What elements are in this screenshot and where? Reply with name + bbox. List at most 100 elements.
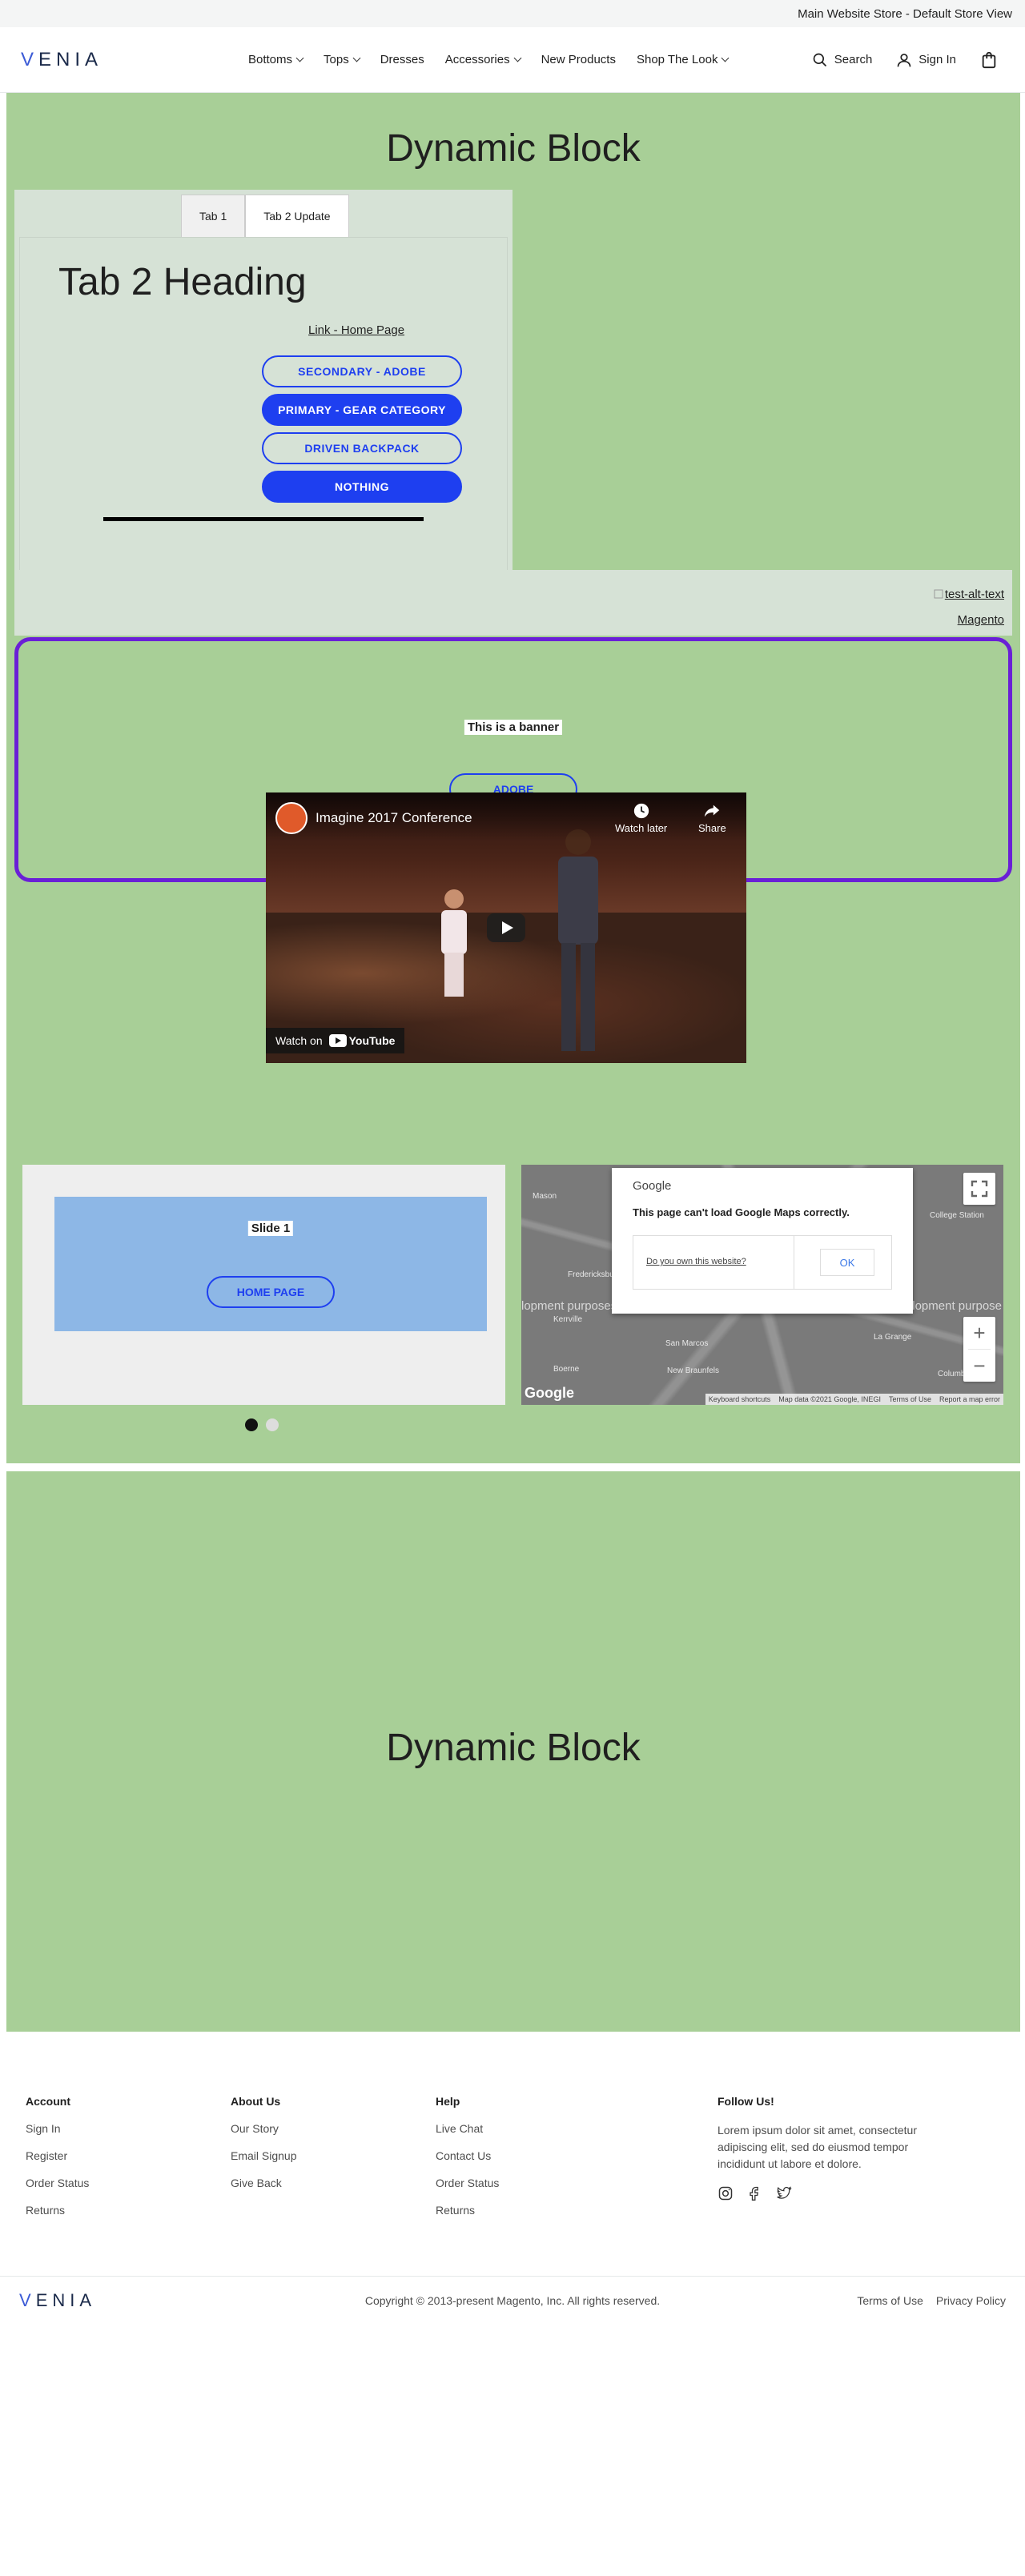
nothing-button[interactable]: NOTHING — [262, 471, 462, 503]
footer-heading: Help — [436, 2095, 460, 2108]
cart-button[interactable] — [980, 51, 1004, 69]
own-website-link[interactable]: Do you own this website? — [646, 1257, 746, 1266]
logo-text: ENIA — [38, 48, 103, 70]
google-logo: Google — [525, 1385, 574, 1401]
map-data-credit: Map data ©2021 Google, INEGI — [778, 1395, 881, 1403]
nav-accessories[interactable]: Accessories — [445, 53, 522, 66]
channel-avatar[interactable] — [275, 802, 308, 834]
search-icon — [813, 53, 826, 66]
slider-dots — [245, 1418, 279, 1431]
map-error-dialog: Google This page can't load Google Maps … — [612, 1168, 913, 1314]
clock-icon — [633, 803, 649, 819]
youtube-logo: YouTube — [328, 1034, 396, 1047]
driven-backpack-button[interactable]: DRIVEN BACKPACK — [262, 432, 462, 464]
facebook-icon[interactable] — [746, 2185, 762, 2201]
slider-dot-1[interactable] — [245, 1418, 258, 1431]
map-terms-link[interactable]: Terms of Use — [889, 1395, 931, 1403]
map-city-label: College Station — [930, 1211, 984, 1220]
footer-link[interactable]: Order Status — [436, 2177, 499, 2189]
chevron-down-icon — [295, 54, 304, 62]
nav-new-products[interactable]: New Products — [541, 53, 616, 66]
youtube-play-icon — [328, 1034, 347, 1047]
nav-shop-the-look[interactable]: Shop The Look — [637, 53, 730, 66]
main-navigation: Bottoms Tops Dresses Accessories New Pro… — [248, 53, 749, 66]
watch-later-button[interactable]: Watch later — [615, 802, 667, 834]
zoom-controls: + − — [963, 1317, 995, 1382]
google-map[interactable]: Mason Fredericksburg Kerrville Boerne Sa… — [521, 1165, 1003, 1405]
nav-dresses[interactable]: Dresses — [380, 53, 424, 66]
follow-description: Lorem ipsum dolor sit amet, consectetur … — [718, 2124, 917, 2170]
image-alt-text: test-alt-text — [944, 588, 1004, 601]
primary-gear-category-button[interactable]: PRIMARY - GEAR CATEGORY — [262, 394, 462, 426]
search-button[interactable]: Search — [812, 52, 873, 68]
fullscreen-button[interactable] — [963, 1173, 995, 1205]
share-label: Share — [698, 822, 726, 834]
footer-link[interactable]: Returns — [26, 2204, 89, 2217]
footer-link[interactable]: Returns — [436, 2204, 499, 2217]
video-title[interactable]: Imagine 2017 Conference — [316, 810, 472, 826]
dialog-google-brand: Google — [633, 1179, 672, 1193]
legal-links: Terms of Use Privacy Policy — [857, 2294, 1006, 2307]
tab-2-update[interactable]: Tab 2 Update — [245, 195, 349, 238]
banner-message: This is a banner — [464, 720, 563, 735]
slide-title: Slide 1 — [247, 1221, 294, 1236]
footer-link[interactable]: Email Signup — [231, 2149, 297, 2162]
share-button[interactable]: Share — [698, 802, 726, 834]
site-header: VENIA Bottoms Tops Dresses Accessories N… — [0, 27, 1025, 93]
map-city-label: New Braunfels — [667, 1366, 720, 1375]
image-row: test-alt-text Magento — [14, 570, 1012, 636]
zoom-out-button[interactable]: − — [963, 1350, 995, 1382]
dialog-actions: Do you own this website? OK — [633, 1235, 892, 1290]
home-page-link[interactable]: Link - Home Page — [308, 323, 404, 337]
zoom-in-button[interactable]: + — [963, 1317, 995, 1349]
nav-label: Tops — [324, 53, 349, 66]
tab-panel: Tab 2 Heading Link - Home Page SECONDARY… — [19, 237, 508, 628]
footer-link[interactable]: Contact Us — [436, 2149, 499, 2162]
footer-heading: Account — [26, 2095, 70, 2108]
store-view-switcher[interactable]: Main Website Store - Default Store View — [798, 7, 1012, 21]
twitter-icon[interactable] — [775, 2185, 793, 2201]
header-actions: Search Sign In — [788, 51, 1004, 69]
instagram-icon[interactable] — [718, 2185, 734, 2201]
footer-link[interactable]: Order Status — [26, 2177, 89, 2189]
terms-of-use-link[interactable]: Terms of Use — [857, 2294, 922, 2307]
footer-account-column: Account Sign In Register Order Status Re… — [26, 2095, 89, 2231]
footer-link[interactable]: Sign In — [26, 2122, 89, 2135]
video-presenter-man — [558, 829, 598, 1051]
slider-dot-2[interactable] — [266, 1418, 279, 1431]
slide-home-page-button[interactable]: HOME PAGE — [207, 1276, 335, 1308]
privacy-policy-link[interactable]: Privacy Policy — [936, 2294, 1006, 2307]
footer-bottom-bar: VENIA Copyright © 2013-present Magento, … — [0, 2276, 1025, 2324]
map-error-message: This page can't load Google Maps correct… — [633, 1206, 850, 1218]
share-icon — [705, 804, 720, 817]
video-presenter-woman — [441, 889, 467, 997]
footer-link[interactable]: Our Story — [231, 2122, 297, 2135]
search-label: Search — [834, 53, 873, 66]
tab-1[interactable]: Tab 1 — [181, 195, 246, 238]
map-attribution: Keyboard shortcuts Map data ©2021 Google… — [705, 1394, 1003, 1405]
nav-bottoms[interactable]: Bottoms — [248, 53, 304, 66]
secondary-adobe-button[interactable]: SECONDARY - ADOBE — [262, 355, 462, 387]
dialog-ok-button[interactable]: OK — [820, 1249, 874, 1276]
broken-image-alt[interactable]: test-alt-text — [934, 588, 1004, 601]
social-links — [718, 2185, 918, 2201]
dynamic-block-title: Dynamic Block — [386, 1727, 641, 1769]
slide: Slide 1 HOME PAGE — [54, 1197, 487, 1331]
tab-heading: Tab 2 Heading — [58, 261, 307, 303]
watch-on-youtube[interactable]: Watch on YouTube — [266, 1028, 405, 1053]
footer-link[interactable]: Give Back — [231, 2177, 297, 2189]
report-map-error-link[interactable]: Report a map error — [939, 1395, 1000, 1403]
keyboard-shortcuts-link[interactable]: Keyboard shortcuts — [709, 1395, 771, 1403]
magento-link[interactable]: Magento — [958, 613, 1004, 627]
footer-link[interactable]: Live Chat — [436, 2122, 499, 2135]
youtube-wordmark: YouTube — [348, 1034, 396, 1047]
footer-about-column: About Us Our Story Email Signup Give Bac… — [231, 2095, 297, 2204]
footer-link[interactable]: Register — [26, 2149, 89, 2162]
sign-in-button[interactable]: Sign In — [896, 52, 956, 68]
venia-logo[interactable]: VENIA — [21, 49, 102, 71]
youtube-video[interactable]: Imagine 2017 Conference Watch later Shar… — [266, 792, 746, 1063]
play-button[interactable] — [487, 913, 525, 942]
divider-line — [103, 517, 424, 521]
slider: Slide 1 HOME PAGE — [22, 1165, 505, 1405]
nav-tops[interactable]: Tops — [324, 53, 361, 66]
